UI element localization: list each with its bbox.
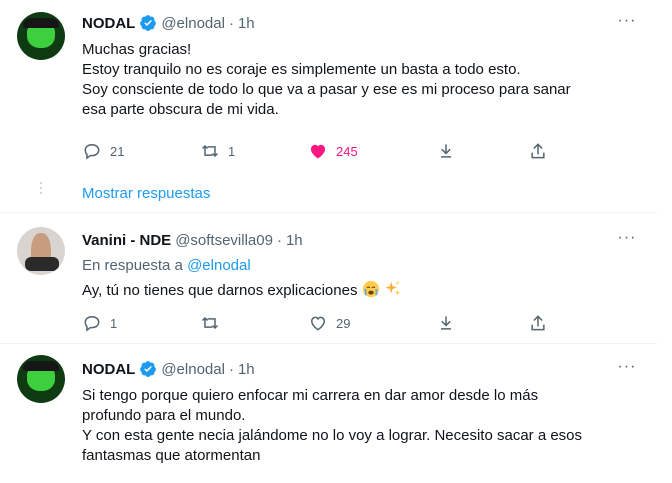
share-icon: [531, 143, 545, 159]
share-icon: [531, 315, 545, 331]
handle[interactable]: @elnodal: [161, 15, 225, 32]
retweet-button[interactable]: [200, 313, 220, 333]
tweet-line: profundo para el mundo.: [82, 407, 246, 424]
share-button[interactable]: [436, 141, 456, 161]
separator-dot: ·: [228, 360, 234, 378]
retweet-icon: [201, 316, 219, 330]
display-name[interactable]: Vanini - NDE: [82, 232, 171, 249]
tweet-2[interactable]: Vanini - NDE @softsevilla09 · 1h ··· En …: [0, 213, 657, 343]
download-icon: [441, 144, 451, 158]
like-count: 245: [336, 143, 358, 159]
avatar[interactable]: [17, 12, 65, 60]
share-icon-button[interactable]: [528, 141, 548, 161]
tweet-line: Soy consciente de todo lo que va a pasar…: [82, 81, 571, 98]
tweet-header: NODAL @elnodal · 1h: [82, 359, 255, 379]
timestamp[interactable]: 1h: [286, 232, 303, 249]
reply-icon: [84, 143, 100, 160]
like-count: 29: [336, 315, 351, 331]
tweet-text: Ay, tú no tienes que darnos explicacione…: [82, 280, 642, 301]
show-replies-link[interactable]: Mostrar respuestas: [82, 185, 210, 202]
display-name[interactable]: NODAL: [82, 361, 135, 378]
tweet-line: Muchas gracias!: [82, 41, 192, 58]
like-button[interactable]: 245: [308, 141, 358, 161]
separator-dot: ·: [276, 231, 282, 249]
action-bar: 1 29: [72, 313, 572, 335]
more-options-icon[interactable]: ···: [617, 230, 637, 251]
avatar[interactable]: [17, 227, 65, 275]
reply-count: 1: [110, 315, 118, 331]
tweet-line: Y con esta gente necia jalándome no lo v…: [82, 427, 583, 444]
reply-icon: [84, 315, 100, 332]
tweet-3[interactable]: NODAL @elnodal · 1h ··· Si tengo porque …: [0, 344, 657, 483]
reply-context: En respuesta a @elnodal: [82, 257, 251, 274]
retweet-count: 1: [228, 143, 236, 159]
tweet-line: Estoy tranquilo no es coraje es simpleme…: [82, 61, 521, 78]
thread-dots: [40, 182, 42, 197]
share-button[interactable]: [436, 313, 456, 333]
reply-button[interactable]: 1: [82, 313, 117, 333]
tweet-line: Ay, tú no tienes que darnos explicacione…: [82, 282, 358, 299]
verified-icon: [140, 361, 157, 377]
heart-icon: [310, 316, 326, 331]
handle[interactable]: @softsevilla09: [175, 232, 273, 249]
tweet-1[interactable]: NODAL @elnodal · 1h ··· Muchas gracias! …: [0, 0, 657, 194]
heart-filled-icon: [310, 144, 326, 159]
tweet-text: Si tengo porque quiero enfocar mi carrer…: [82, 386, 642, 466]
more-options-icon[interactable]: ···: [617, 13, 637, 34]
reply-prefix: En respuesta a: [82, 257, 183, 274]
sparkles-emoji-icon: [385, 280, 401, 296]
display-name[interactable]: NODAL: [82, 15, 135, 32]
tweet-header: Vanini - NDE @softsevilla09 · 1h: [82, 230, 303, 250]
retweet-button[interactable]: 1: [200, 141, 235, 161]
tweet-line: esa parte obscura de mi vida.: [82, 101, 279, 118]
reply-button[interactable]: 21: [82, 141, 124, 161]
timestamp[interactable]: 1h: [238, 361, 255, 378]
action-bar: 21 1 245: [72, 141, 572, 163]
crying-face-emoji-icon: [362, 280, 379, 298]
handle[interactable]: @elnodal: [161, 361, 225, 378]
reply-handle-link[interactable]: @elnodal: [187, 257, 251, 274]
avatar[interactable]: [17, 355, 65, 403]
timestamp[interactable]: 1h: [238, 15, 255, 32]
download-icon: [441, 316, 451, 330]
tweet-header: NODAL @elnodal · 1h: [82, 13, 255, 33]
tweet-line: fantasmas que atormentan: [82, 447, 261, 464]
more-options-icon[interactable]: ···: [617, 359, 637, 380]
verified-icon: [140, 15, 157, 31]
like-button[interactable]: 29: [308, 313, 350, 333]
tweet-line: Si tengo porque quiero enfocar mi carrer…: [82, 387, 539, 404]
share-icon-button[interactable]: [528, 313, 548, 333]
reply-count: 21: [110, 143, 125, 159]
tweet-text: Muchas gracias! Estoy tranquilo no es co…: [82, 40, 642, 120]
separator-dot: ·: [228, 14, 234, 32]
retweet-icon: [201, 144, 219, 158]
